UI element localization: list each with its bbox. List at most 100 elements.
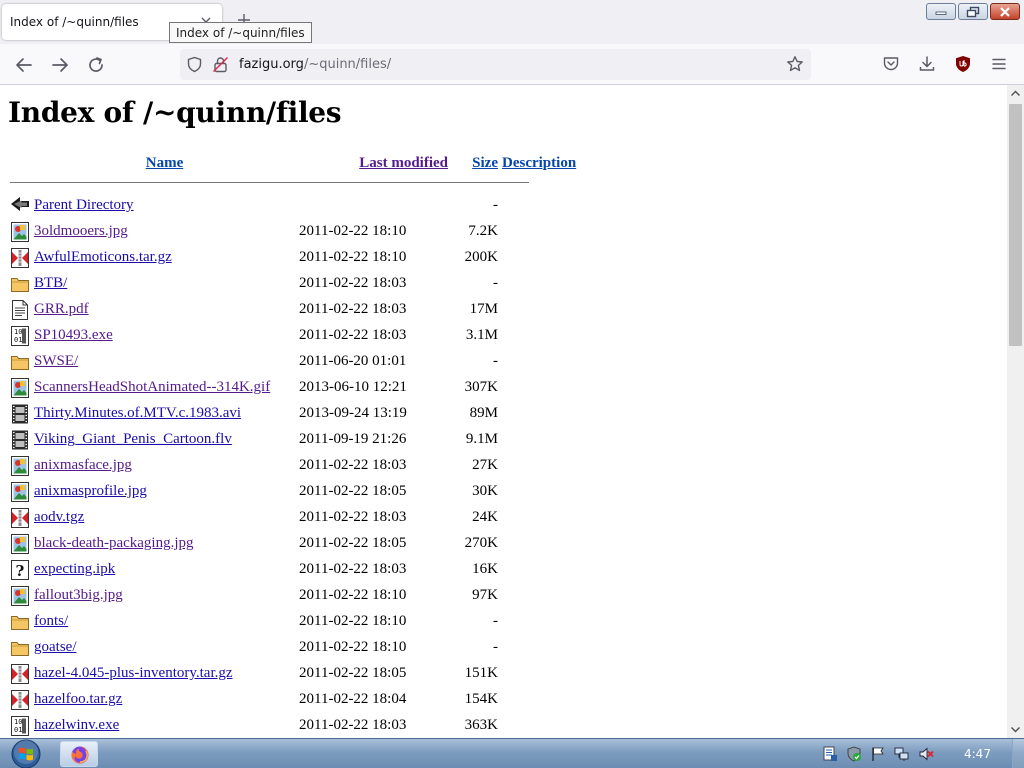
- listing-row: GRR.pdf 2011-02-22 18:03 17M: [8, 295, 582, 321]
- file-link[interactable]: anixmasface.jpg: [34, 457, 132, 473]
- tab-tooltip: Index of /~quinn/files: [169, 22, 312, 43]
- row-last-modified: [297, 191, 450, 217]
- listing-row: Thirty.Minutes.of.MTV.c.1983.avi 2013-09-…: [8, 399, 582, 425]
- restore-icon: [966, 6, 980, 17]
- row-description: [500, 503, 582, 529]
- reload-icon[interactable]: [85, 54, 107, 76]
- row-name-cell: hazelwinv.exe: [32, 711, 297, 737]
- file-link[interactable]: hazel-4.045-plus-inventory.tar.gz: [34, 665, 233, 681]
- row-icon-cell: [8, 373, 32, 399]
- bookmark-star-icon[interactable]: [786, 55, 804, 73]
- file-link[interactable]: Parent Directory: [34, 197, 134, 213]
- listing-row: anixmasprofile.jpg 2011-02-22 18:05 30K: [8, 477, 582, 503]
- minimize-button[interactable]: [926, 3, 956, 20]
- row-icon-cell: [8, 685, 32, 711]
- row-last-modified: 2011-02-22 18:03: [299, 561, 407, 577]
- file-link[interactable]: fallout3big.jpg: [34, 587, 123, 603]
- pocket-icon[interactable]: [882, 55, 900, 73]
- file-link[interactable]: expecting.ipk: [34, 561, 115, 577]
- row-last-modified: 2011-02-22 18:10: [299, 613, 407, 629]
- file-link[interactable]: SWSE/: [34, 353, 78, 369]
- tray-network-icon[interactable]: [894, 746, 910, 762]
- file-link[interactable]: black-death-packaging.jpg: [34, 535, 194, 551]
- back-arrow-icon[interactable]: [13, 54, 35, 76]
- show-desktop-button[interactable]: [1012, 739, 1024, 768]
- movie-file-icon: [12, 430, 28, 450]
- row-name-cell: expecting.ipk: [32, 555, 297, 581]
- file-link[interactable]: 3oldmooers.jpg: [34, 223, 128, 239]
- file-link[interactable]: Thirty.Minutes.of.MTV.c.1983.avi: [34, 405, 241, 421]
- row-last-modified: 2011-02-22 18:03: [299, 275, 407, 291]
- sort-by-name-link[interactable]: Name: [146, 155, 184, 171]
- tray-security-check-icon[interactable]: [846, 746, 862, 762]
- binary-file-icon: 1001: [11, 716, 29, 736]
- vertical-scrollbar[interactable]: [1007, 85, 1024, 738]
- file-link[interactable]: ScannersHeadShotAnimated--314K.gif: [34, 379, 270, 395]
- header-divider: [10, 182, 529, 183]
- tray-action-center-flag-icon[interactable]: [870, 746, 886, 762]
- tray-volume-muted-icon[interactable]: [918, 746, 934, 762]
- file-link[interactable]: BTB/: [34, 275, 67, 291]
- listing-row: goatse/2011-02-22 18:10 -: [8, 633, 582, 659]
- url-text[interactable]: fazigu.org/~quinn/files/: [239, 57, 391, 72]
- row-size: 363K: [464, 717, 498, 733]
- close-icon: [1000, 6, 1010, 17]
- row-size: 154K: [464, 691, 498, 707]
- header-separator-row: [8, 178, 582, 191]
- downloads-icon[interactable]: [918, 55, 936, 73]
- taskbar-firefox-button[interactable]: [60, 741, 98, 767]
- start-button-icon[interactable]: [6, 739, 46, 768]
- svg-text:01: 01: [14, 336, 22, 344]
- hamburger-menu-icon[interactable]: [990, 55, 1008, 73]
- window-close-button[interactable]: [990, 3, 1020, 20]
- url-bar[interactable]: fazigu.org/~quinn/files/: [180, 49, 811, 80]
- file-link[interactable]: anixmasprofile.jpg: [34, 483, 147, 499]
- forward-arrow-icon[interactable]: [49, 54, 71, 76]
- scroll-up-arrow-icon[interactable]: [1007, 85, 1024, 102]
- row-name-cell: ScannersHeadShotAnimated--314K.gif: [32, 373, 297, 399]
- minimize-icon: [935, 11, 947, 15]
- row-description: [500, 711, 582, 737]
- file-link[interactable]: SP10493.exe: [34, 327, 113, 343]
- row-size: 17M: [469, 301, 498, 317]
- sort-by-size-link[interactable]: Size: [472, 155, 498, 171]
- row-icon-cell: 10 01: [8, 711, 32, 737]
- listing-row: anixmasface.jpg 2011-02-22 18:03 27K: [8, 451, 582, 477]
- row-last-modified: 2011-02-22 18:10: [299, 639, 407, 655]
- row-size: 24K: [472, 509, 498, 525]
- row-icon-cell: [8, 477, 32, 503]
- ublock-origin-icon[interactable]: [954, 55, 972, 73]
- file-link[interactable]: Viking_Giant_Penis_Cartoon.flv: [34, 431, 232, 447]
- row-name-cell: anixmasface.jpg: [32, 451, 297, 477]
- file-link[interactable]: aodv.tgz: [34, 509, 84, 525]
- tray-document-icon[interactable]: [822, 746, 838, 762]
- row-description: [500, 607, 582, 633]
- row-icon-cell: 10 01: [8, 321, 32, 347]
- description-column-header: Description: [500, 155, 582, 178]
- scrollbar-thumb[interactable]: [1009, 104, 1022, 346]
- row-icon-cell: [8, 529, 32, 555]
- row-name-cell: aodv.tgz: [32, 503, 297, 529]
- image-file-icon: [11, 482, 29, 502]
- file-link[interactable]: goatse/: [34, 639, 77, 655]
- file-link[interactable]: fonts/: [34, 613, 68, 629]
- row-icon-cell: [8, 659, 32, 685]
- row-description: [500, 685, 582, 711]
- tracking-shield-icon[interactable]: [186, 56, 203, 73]
- file-link[interactable]: AwfulEmoticons.tar.gz: [34, 249, 172, 265]
- directory-listing-table: Name Last modified Size Description Pare…: [8, 155, 582, 737]
- insecure-lock-icon[interactable]: [212, 56, 229, 73]
- restore-button[interactable]: [958, 3, 988, 20]
- row-size: -: [493, 353, 498, 369]
- sort-by-last-modified-link[interactable]: Last modified: [359, 155, 448, 171]
- row-size: 3.1M: [465, 327, 498, 343]
- row-icon-cell: [8, 399, 32, 425]
- file-link[interactable]: GRR.pdf: [34, 301, 89, 317]
- file-link[interactable]: hazelwinv.exe: [34, 717, 119, 733]
- tray-clock[interactable]: 4:47: [964, 747, 991, 761]
- row-name-cell: Viking_Giant_Penis_Cartoon.flv: [32, 425, 297, 451]
- scroll-down-arrow-icon[interactable]: [1007, 721, 1024, 738]
- file-link[interactable]: hazelfoo.tar.gz: [34, 691, 122, 707]
- sort-by-description-link[interactable]: Description: [502, 155, 576, 171]
- row-icon-cell: [8, 191, 32, 217]
